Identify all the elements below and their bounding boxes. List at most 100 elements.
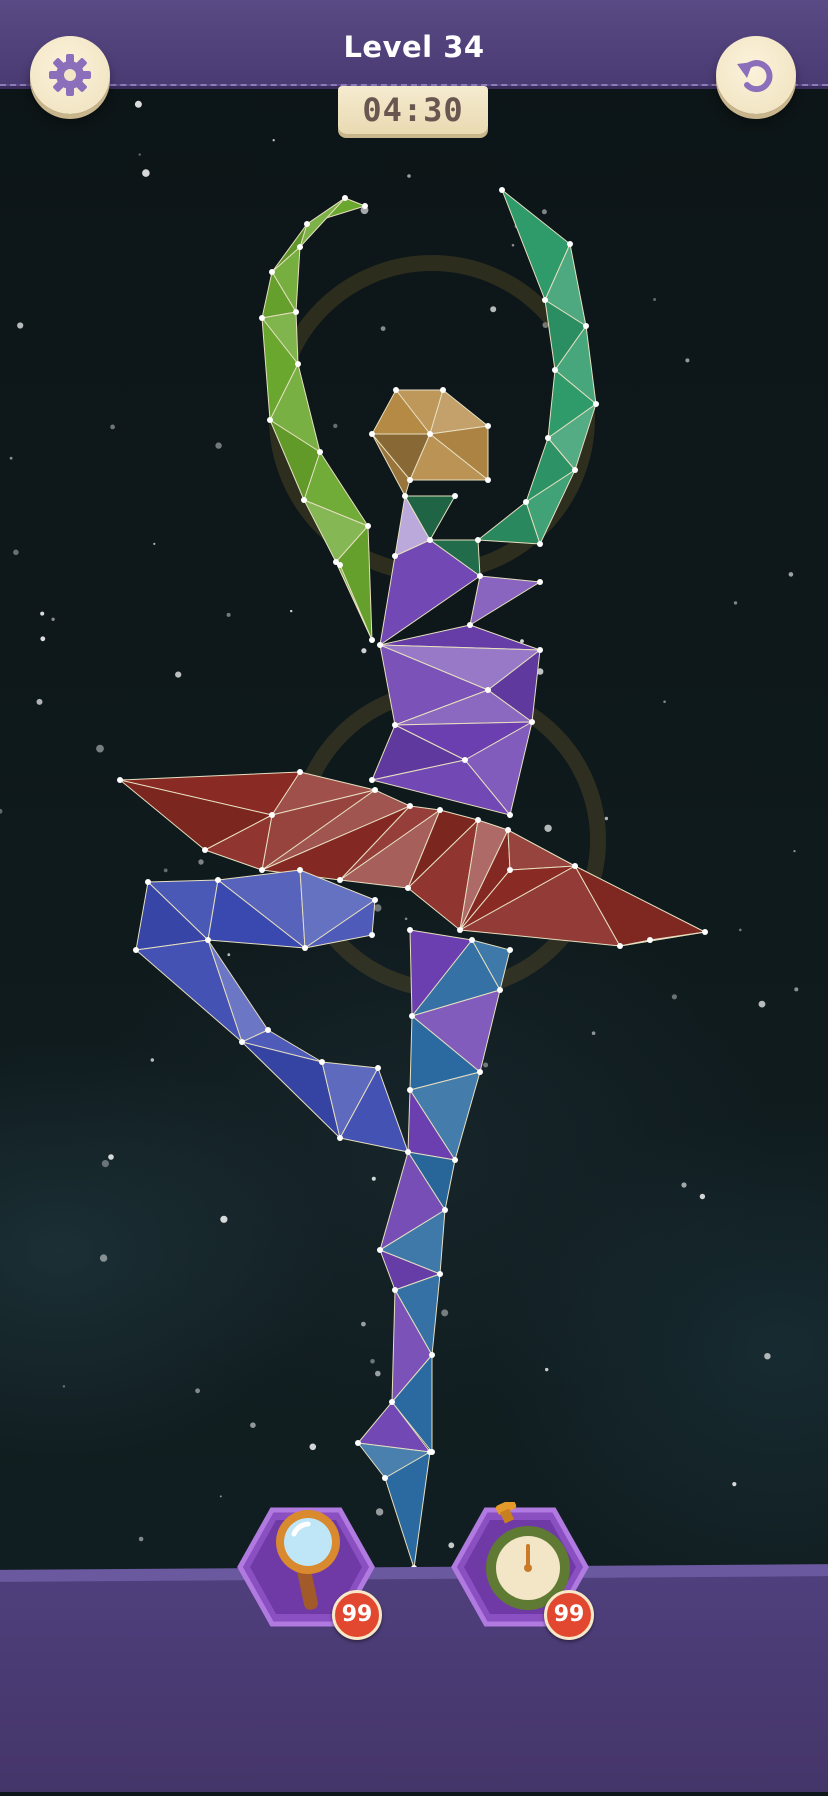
vertex-dot bbox=[304, 221, 310, 227]
ballerina-puzzle[interactable] bbox=[0, 0, 828, 1792]
vertex-dot bbox=[297, 244, 303, 250]
vertex-dot bbox=[393, 387, 399, 393]
vertex-dot bbox=[265, 1027, 271, 1033]
vertex-dot bbox=[205, 937, 211, 943]
vertex-dot bbox=[259, 867, 265, 873]
vertex-dot bbox=[529, 719, 535, 725]
restart-icon bbox=[737, 60, 773, 93]
vertex-dot bbox=[409, 1013, 415, 1019]
vertex-dot bbox=[392, 553, 398, 559]
vertex-dot bbox=[442, 1207, 448, 1213]
vertex-dot bbox=[452, 493, 458, 499]
vertex-dot bbox=[389, 1399, 395, 1405]
vertex-dot bbox=[407, 1087, 413, 1093]
vertex-dot bbox=[427, 537, 433, 543]
vertex-dot bbox=[572, 863, 578, 869]
vertex-dot bbox=[297, 867, 303, 873]
vertex-dot bbox=[372, 787, 378, 793]
vertex-dot bbox=[405, 885, 411, 891]
vertex-dot bbox=[485, 423, 491, 429]
vertex-dot bbox=[402, 493, 408, 499]
vertex-dot bbox=[572, 467, 578, 473]
vertex-dot bbox=[457, 927, 463, 933]
vertex-dot bbox=[365, 523, 371, 529]
vertex-dot bbox=[497, 987, 503, 993]
vertex-dot bbox=[362, 203, 368, 209]
vertex-dot bbox=[259, 315, 265, 321]
vertex-dot bbox=[295, 361, 301, 367]
vertex-dot bbox=[467, 622, 473, 628]
vertex-dot bbox=[267, 417, 273, 423]
vertex-dot bbox=[117, 777, 123, 783]
vertex-dot bbox=[369, 431, 375, 437]
gear-icon bbox=[49, 54, 91, 96]
vertex-dot bbox=[552, 367, 558, 373]
vertex-dot bbox=[647, 937, 653, 943]
vertex-dot bbox=[337, 562, 343, 568]
settings-button[interactable] bbox=[30, 36, 110, 114]
countdown-timer: 04:30 bbox=[338, 86, 488, 134]
vertex-dot bbox=[269, 812, 275, 818]
puzzle-triangles[interactable] bbox=[119, 189, 706, 1569]
vertex-dot bbox=[301, 497, 307, 503]
vertex-dot bbox=[507, 947, 513, 953]
puzzle-triangle-leg-back[interactable] bbox=[241, 1041, 341, 1139]
vertex-dot bbox=[583, 323, 589, 329]
vertex-dot bbox=[337, 877, 343, 883]
restart-button[interactable] bbox=[716, 36, 796, 114]
vertex-dot bbox=[523, 499, 529, 505]
vertex-dot bbox=[369, 932, 375, 938]
vertex-dot bbox=[407, 803, 413, 809]
vertex-dot bbox=[239, 1039, 245, 1045]
vertex-dot bbox=[437, 1271, 443, 1277]
vertex-dot bbox=[269, 269, 275, 275]
vertex-dot bbox=[505, 827, 511, 833]
hint-booster-button[interactable]: 99 bbox=[236, 1502, 382, 1640]
vertex-dot bbox=[429, 1352, 435, 1358]
vertex-dot bbox=[319, 1059, 325, 1065]
level-title: Level 34 bbox=[343, 30, 485, 64]
hint-count-badge: 99 bbox=[332, 1590, 382, 1640]
vertex-dot bbox=[342, 195, 348, 201]
vertex-dot bbox=[499, 187, 505, 193]
vertex-dot bbox=[302, 945, 308, 951]
vertex-dot bbox=[377, 1247, 383, 1253]
vertex-dot bbox=[537, 541, 543, 547]
vertex-dot bbox=[485, 477, 491, 483]
vertex-dot bbox=[369, 777, 375, 783]
vertex-dot bbox=[617, 943, 623, 949]
vertex-dot bbox=[440, 387, 446, 393]
vertex-dot bbox=[355, 1440, 361, 1446]
vertex-dot bbox=[317, 449, 323, 455]
vertex-dot bbox=[537, 579, 543, 585]
vertex-dot bbox=[437, 807, 443, 813]
vertex-dot bbox=[507, 867, 513, 873]
vertex-dot bbox=[407, 927, 413, 933]
vertex-dot bbox=[372, 897, 378, 903]
vertex-dot bbox=[215, 877, 221, 883]
vertex-dot bbox=[427, 1449, 433, 1455]
bottom-bar bbox=[0, 1564, 828, 1792]
vertex-dot bbox=[145, 879, 151, 885]
vertex-dot bbox=[537, 647, 543, 653]
puzzle-triangle-tutu[interactable] bbox=[507, 829, 576, 871]
vertex-dot bbox=[293, 309, 299, 315]
vertex-dot bbox=[375, 1065, 381, 1071]
add-time-booster-button[interactable]: 99 bbox=[450, 1502, 594, 1640]
vertex-dot bbox=[392, 1287, 398, 1293]
puzzle-triangle-torso[interactable] bbox=[469, 575, 541, 626]
vertex-dot bbox=[297, 769, 303, 775]
vertex-dot bbox=[485, 687, 491, 693]
add-time-count-badge: 99 bbox=[544, 1590, 594, 1640]
vertex-dot bbox=[469, 937, 475, 943]
vertex-dot bbox=[427, 431, 433, 437]
vertex-dot bbox=[545, 435, 551, 441]
vertex-dot bbox=[507, 812, 513, 818]
vertex-dot bbox=[202, 847, 208, 853]
vertex-dot bbox=[542, 297, 548, 303]
vertex-dot bbox=[405, 1149, 411, 1155]
vertex-dot bbox=[392, 722, 398, 728]
vertex-dot bbox=[382, 1475, 388, 1481]
vertex-dot bbox=[133, 947, 139, 953]
top-bar: Level 34 bbox=[0, 0, 828, 86]
